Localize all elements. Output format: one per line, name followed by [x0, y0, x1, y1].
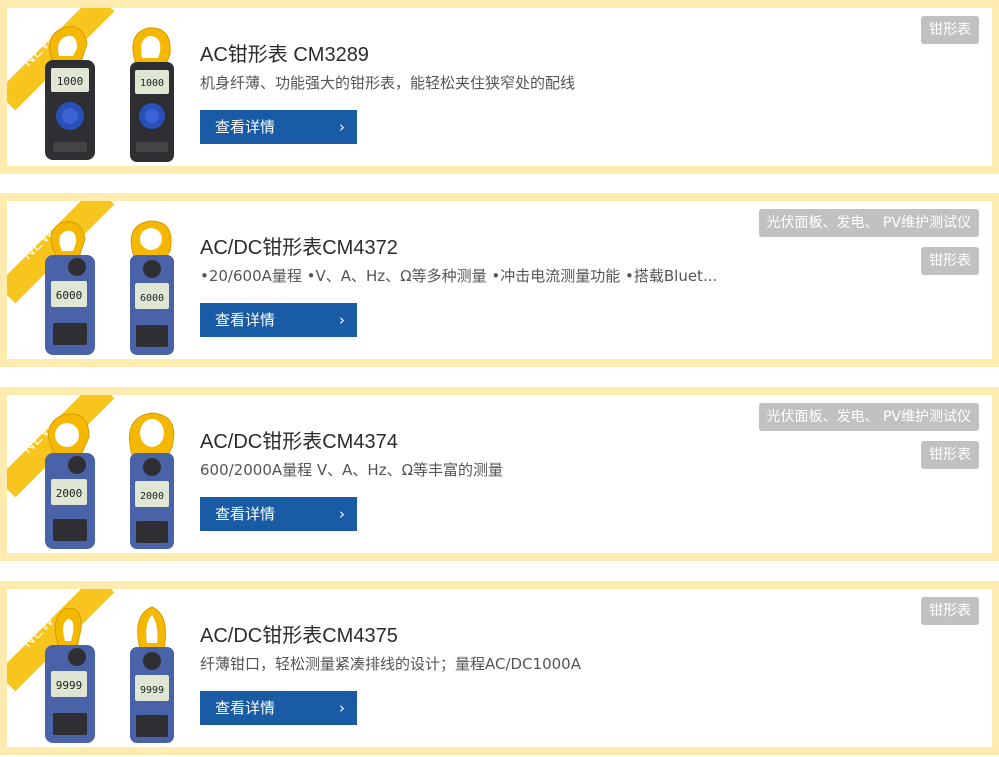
product-card-body: NEW 9999 9999 AC/DC钳形表CM4375 纤薄钳口，轻松测量紧凑…	[7, 589, 992, 747]
svg-text:1000: 1000	[140, 78, 164, 89]
svg-text:6000: 6000	[140, 293, 164, 304]
category-tag[interactable]: 钳形表	[921, 441, 979, 469]
category-tag[interactable]: 钳形表	[921, 16, 979, 44]
product-images: 6000 6000	[27, 207, 187, 357]
product-images: 2000 2000	[27, 401, 187, 551]
view-details-button[interactable]: 查看详情 ›	[200, 691, 357, 725]
product-card[interactable]: NEW 6000 6000 AC/DC钳形表CM4372 •20/600A量程 …	[0, 193, 999, 367]
chevron-right-icon: ›	[339, 118, 345, 136]
view-details-button[interactable]: 查看详情 ›	[200, 303, 357, 337]
product-image[interactable]: 1000	[35, 24, 105, 164]
view-details-button[interactable]: 查看详情 ›	[200, 110, 357, 144]
product-description: •20/600A量程 •V、A、Hz、Ω等多种测量 •冲击电流测量功能 •搭载B…	[200, 267, 718, 285]
category-tag[interactable]: 光伏面板、发电、 PV维护测试仪	[758, 209, 979, 237]
svg-text:2000: 2000	[140, 491, 164, 502]
product-title[interactable]: AC钳形表 CM3289	[200, 38, 369, 67]
category-tag[interactable]: 钳形表	[921, 597, 979, 625]
product-image[interactable]: 6000	[122, 217, 182, 357]
product-description: 纤薄钳口，轻松测量紧凑排线的设计；量程AC/DC1000A	[200, 655, 581, 673]
tag-list: 光伏面板、发电、 PV维护测试仪 钳形表	[758, 403, 979, 479]
product-description: 机身纤薄、功能强大的钳形表，能轻松夹住狭窄处的配线	[200, 74, 576, 92]
svg-text:1000: 1000	[57, 75, 84, 88]
product-images: 1000 1000	[27, 14, 187, 164]
chevron-right-icon: ›	[339, 505, 345, 523]
product-card-body: NEW 1000 1000 AC钳形表 CM3289 机身纤薄、功能强大的钳形表…	[7, 8, 992, 166]
svg-text:9999: 9999	[56, 679, 83, 692]
product-image[interactable]: 6000	[35, 217, 105, 357]
button-label: 查看详情	[215, 311, 276, 329]
tag-list: 钳形表	[921, 597, 979, 635]
svg-text:2000: 2000	[56, 487, 83, 500]
tag-list: 光伏面板、发电、 PV维护测试仪 钳形表	[758, 209, 979, 285]
product-image[interactable]: 9999	[35, 605, 105, 745]
button-label: 查看详情	[215, 505, 276, 523]
product-title[interactable]: AC/DC钳形表CM4374	[200, 425, 398, 454]
tag-list: 钳形表	[921, 16, 979, 54]
button-label: 查看详情	[215, 118, 276, 136]
product-image[interactable]: 2000	[35, 411, 105, 551]
product-card[interactable]: NEW 1000 1000 AC钳形表 CM3289 机身纤薄、功能强大的钳形表…	[0, 0, 999, 174]
product-image[interactable]: 2000	[122, 411, 182, 551]
svg-text:9999: 9999	[140, 685, 164, 696]
product-card[interactable]: NEW 9999 9999 AC/DC钳形表CM4375 纤薄钳口，轻松测量紧凑…	[0, 581, 999, 755]
product-title[interactable]: AC/DC钳形表CM4372	[200, 231, 398, 260]
button-label: 查看详情	[215, 699, 276, 717]
svg-text:6000: 6000	[56, 289, 83, 302]
category-tag[interactable]: 钳形表	[921, 247, 979, 275]
product-images: 9999 9999	[27, 595, 187, 745]
product-title[interactable]: AC/DC钳形表CM4375	[200, 619, 398, 648]
product-card-body: NEW 6000 6000 AC/DC钳形表CM4372 •20/600A量程 …	[7, 201, 992, 359]
chevron-right-icon: ›	[339, 311, 345, 329]
category-tag[interactable]: 光伏面板、发电、 PV维护测试仪	[758, 403, 979, 431]
product-card-body: NEW 2000 2000 AC/DC钳形表CM4374 600/2000A量程…	[7, 395, 992, 553]
view-details-button[interactable]: 查看详情 ›	[200, 497, 357, 531]
product-image[interactable]: 1000	[122, 24, 182, 164]
chevron-right-icon: ›	[339, 699, 345, 717]
product-card[interactable]: NEW 2000 2000 AC/DC钳形表CM4374 600/2000A量程…	[0, 387, 999, 561]
product-image[interactable]: 9999	[122, 605, 182, 745]
product-description: 600/2000A量程 V、A、Hz、Ω等丰富的测量	[200, 461, 504, 479]
